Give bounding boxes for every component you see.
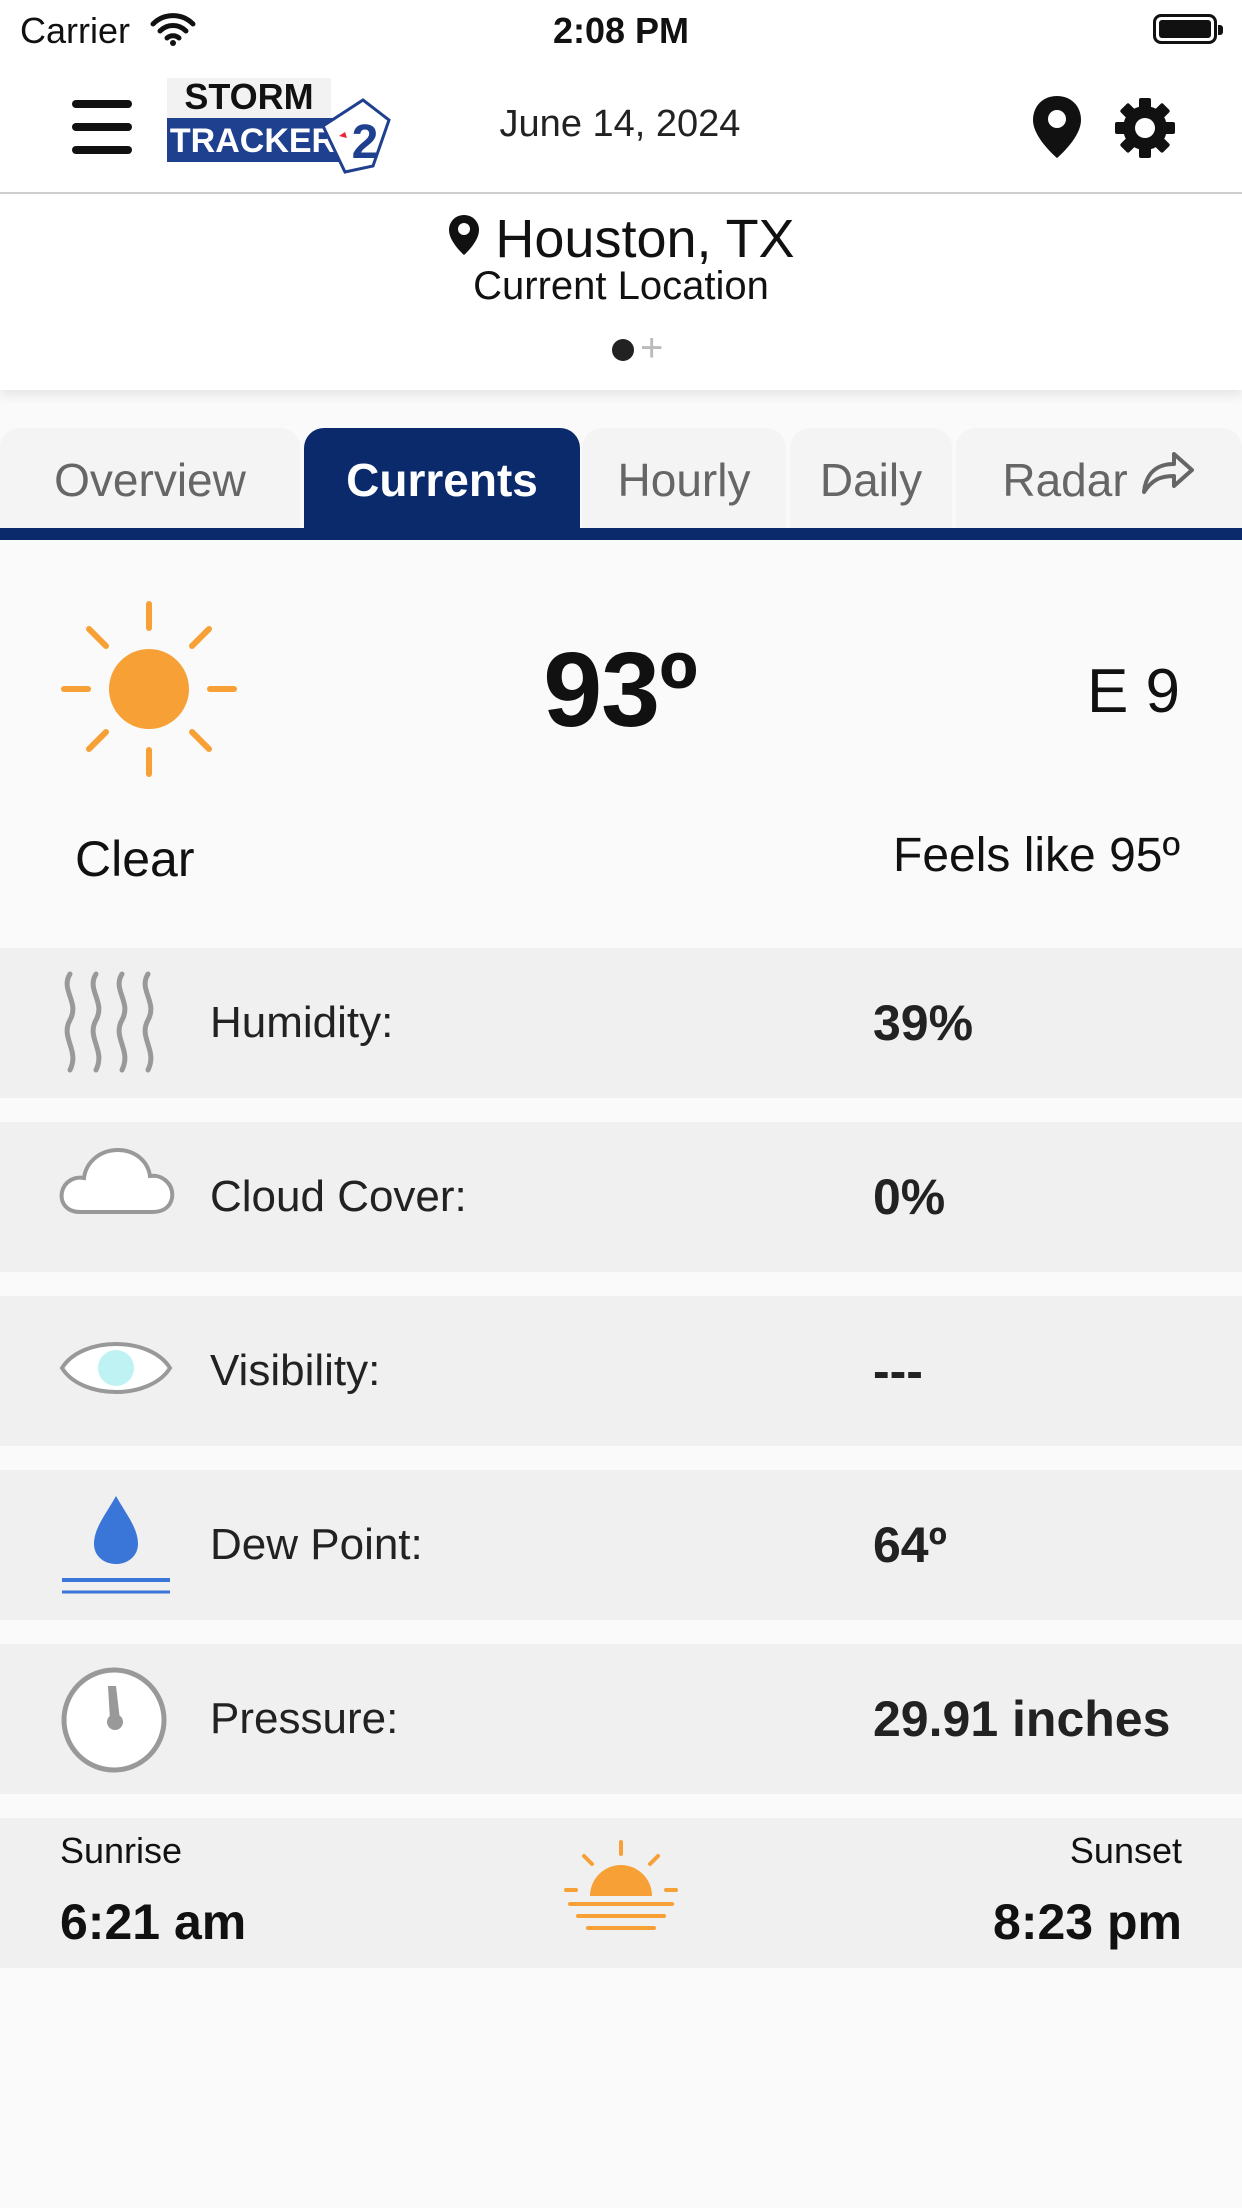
cloud-cover-value: 0% [873,1169,946,1225]
humidity-value: 39% [873,995,974,1051]
logo-text-tracker: TRACKER [170,122,336,160]
tab-radar[interactable]: Radar [956,428,1242,528]
sunrise-time: 6:21 am [60,1894,247,1950]
pressure-gauge-icon [58,1664,170,1781]
dew-drop-icon [58,1494,172,1603]
tab-underline [0,528,1242,540]
header-date: June 14, 2024 [499,103,741,145]
location-city: Houston, TX [495,209,795,269]
tab-overview[interactable]: Overview [0,428,300,528]
logo-number: 2 [352,116,379,169]
sunset-icon [562,1838,680,1951]
gear-icon[interactable] [1113,96,1177,165]
condition-text: Clear [75,831,195,887]
detail-row-dew-point: Dew Point: 64º [0,1470,1242,1620]
tab-currents[interactable]: Currents [304,428,580,528]
share-arrow-icon [1140,428,1196,532]
pressure-value: 29.91 inches [873,1691,1171,1747]
logo-text-storm: STORM [184,76,313,117]
status-time: 2:08 PM [552,10,690,51]
tab-radar-label: Radar [1002,454,1128,506]
page-indicator-dot [612,339,634,361]
visibility-value: --- [873,1343,923,1399]
tab-daily[interactable]: Daily [790,428,952,528]
detail-row-visibility: Visibility: --- [0,1296,1242,1446]
eye-icon [58,1328,174,1413]
cloud-cover-label: Cloud Cover: [210,1172,467,1221]
sunset-label: Sunset [1069,1830,1182,1871]
sunrise-label: Sunrise [60,1830,183,1871]
sunset-time: 8:23 pm [993,1894,1182,1950]
visibility-label: Visibility: [210,1346,381,1395]
humidity-icon [58,970,172,1079]
sun-icon [60,600,238,783]
pressure-label: Pressure: [210,1694,399,1743]
storm-tracker-logo: STORM TRACKER 2 [163,76,393,174]
feels-like: Feels like 95º [893,829,1180,882]
cloud-icon [58,1136,176,1221]
detail-row-pressure: Pressure: 29.91 inches [0,1644,1242,1794]
hamburger-menu-icon[interactable] [72,100,132,154]
tab-hourly[interactable]: Hourly [582,428,786,528]
dew-point-value: 64º [873,1517,947,1573]
wind-reading: E 9 [1086,657,1180,726]
current-temperature: 93º [543,631,698,749]
add-location-button[interactable]: + [640,328,663,368]
location-pin-small-icon [447,208,481,270]
detail-row-cloud-cover: Cloud Cover: 0% [0,1122,1242,1272]
dew-point-label: Dew Point: [210,1520,423,1569]
detail-row-humidity: Humidity: 39% [0,948,1242,1098]
battery-icon [1153,14,1223,44]
location-pin-icon[interactable] [1030,94,1084,165]
humidity-label: Humidity: [210,998,394,1047]
location-title[interactable]: Houston, TX [0,208,1242,270]
location-subtitle: Current Location [473,264,769,308]
